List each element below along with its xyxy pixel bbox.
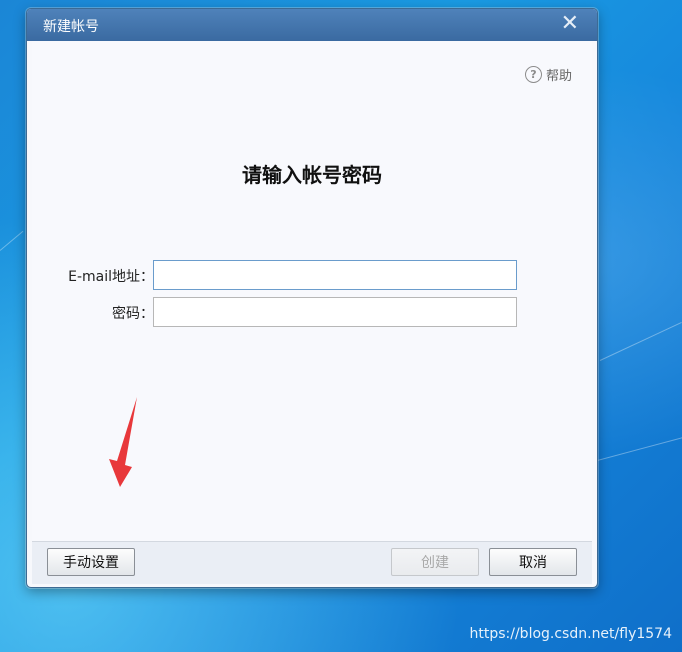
help-label: 帮助 <box>545 69 572 84</box>
question-circle-icon: ? <box>524 66 542 83</box>
email-label: E-mail地址： <box>68 269 154 285</box>
page-title: 请输入帐号密码 <box>242 163 382 187</box>
email-row: E-mail地址： <box>32 260 592 290</box>
manual-setup-button[interactable]: 手动设置 <box>47 548 135 576</box>
create-button[interactable]: 创建 <box>391 548 479 576</box>
window-title: 新建帐号 <box>43 19 99 35</box>
cancel-button[interactable]: 取消 <box>489 548 577 576</box>
email-field[interactable] <box>153 260 517 290</box>
help-link[interactable]: ? 帮助 <box>524 65 572 84</box>
password-row: 密码： <box>32 297 592 327</box>
password-field[interactable] <box>153 297 517 327</box>
close-icon[interactable]: ✕ <box>561 12 579 36</box>
dialog-footer: 手动设置 创建 取消 <box>32 541 592 584</box>
password-label: 密码： <box>112 306 154 322</box>
new-account-dialog: 新建帐号 ✕ ? 帮助 请输入帐号密码 E-mail地址： 密码： 手动设置 创… <box>26 8 598 588</box>
watermark: https://blog.csdn.net/fly1574 <box>469 626 673 642</box>
red-arrow-icon <box>109 397 137 487</box>
title-bar[interactable]: 新建帐号 ✕ <box>27 9 597 41</box>
